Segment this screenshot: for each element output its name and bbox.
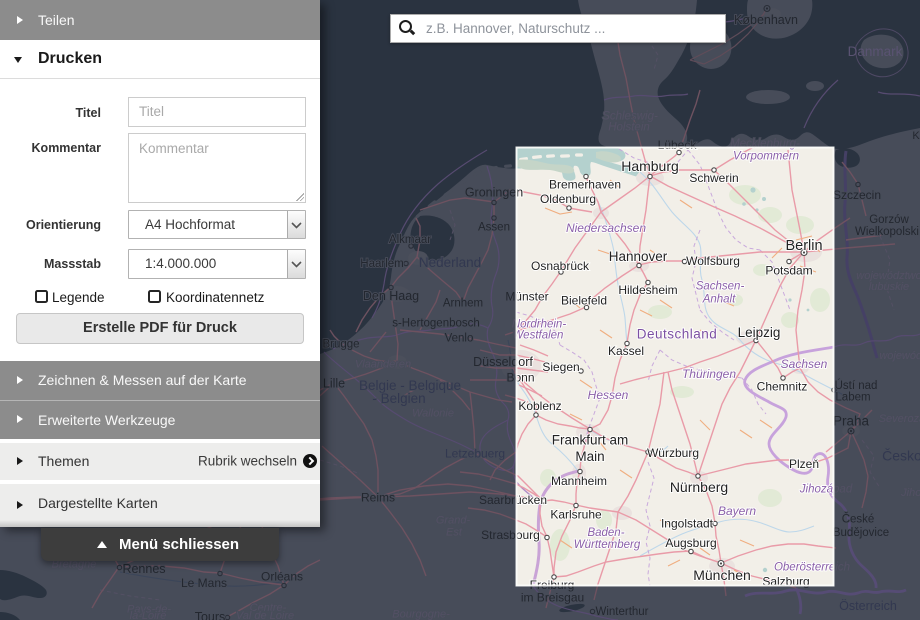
svg-text:Den Haag: Den Haag [363,289,419,303]
svg-text:Bayern: Bayern [718,504,756,518]
svg-text:Würzburg: Würzburg [647,446,699,460]
svg-text:Hannover: Hannover [609,249,668,264]
svg-text:Ingolstadt: Ingolstadt [661,517,714,531]
svg-text:Holstein: Holstein [608,122,650,134]
svg-text:Gorzów: Gorzów [869,214,909,226]
svg-text:Osnabrück: Osnabrück [531,259,590,273]
svg-text:Österreich: Österreich [839,599,897,613]
svg-text:Est: Est [446,527,463,539]
svg-text:Leipzig: Leipzig [738,325,781,340]
svg-text:Oldenburg: Oldenburg [540,192,596,206]
svg-text:Kassel: Kassel [608,344,644,358]
svg-text:Bourgogne-: Bourgogne- [392,609,450,620]
svg-text:s-Hertogenbosch: s-Hertogenbosch [392,318,480,330]
svg-text:Assen: Assen [478,222,510,234]
svg-text:Westfalen: Westfalen [513,330,564,342]
svg-text:Tours: Tours [195,610,226,620]
svg-text:Mannheim: Mannheim [551,474,607,488]
svg-text:Plzeň: Plzeň [789,457,819,471]
svg-text:Orléans: Orléans [261,570,303,584]
svg-text:Haarlem: Haarlem [360,258,403,270]
svg-text:Hildesheim: Hildesheim [618,283,677,297]
svg-text:Rennes: Rennes [122,562,165,576]
svg-text:Vlaanderen: Vlaanderen [355,359,411,371]
svg-text:Sachsen: Sachsen [781,357,828,371]
svg-text:Le Mans: Le Mans [181,576,227,590]
svg-text:Baden-: Baden- [587,527,624,539]
svg-text:Augsburg: Augsburg [665,536,716,550]
svg-text:München: München [693,567,751,583]
svg-text:Reims: Reims [361,491,395,505]
svg-text:Budějovice: Budějovice [833,527,889,539]
svg-text:Severozáp: Severozáp [879,413,920,425]
svg-text:Bremerhaven: Bremerhaven [549,178,621,192]
svg-text:Alkmaar: Alkmaar [389,234,431,246]
svg-text:Groningen: Groningen [465,186,523,200]
svg-text:Berlin: Berlin [785,238,822,254]
svg-text:Deutschland: Deutschland [637,327,718,342]
svg-text:Letzebuerg: Letzebuerg [445,447,505,461]
svg-text:Brugge: Brugge [322,339,359,351]
svg-text:Szczecin: Szczecin [833,188,881,202]
svg-text:Wolfsburg: Wolfsburg [686,254,740,268]
svg-text:Anhalt: Anhalt [702,294,736,306]
svg-text:im Breisgau: im Breisgau [521,591,584,605]
svg-text:Česko: Česko [882,448,920,464]
svg-text:Bielefeld: Bielefeld [561,294,607,308]
svg-text:Wielkopolski: Wielkopolski [855,226,919,238]
svg-text:Sachsen-: Sachsen- [696,281,745,293]
svg-text:la-Loire: la-Loire [130,610,167,620]
svg-text:Niedersachsen: Niedersachsen [566,221,646,235]
svg-text:Frankfurt am: Frankfurt am [552,433,629,448]
svg-text:województ: województ [879,350,920,362]
svg-text:Nürnberg: Nürnberg [670,479,728,495]
svg-text:Lille: Lille [323,377,345,391]
svg-text:Main: Main [575,449,604,464]
svg-text:Hessen: Hessen [588,388,629,402]
svg-text:Val de Loire: Val de Loire [236,610,294,620]
svg-text:Labem: Labem [835,392,870,404]
svg-text:Karlsruhe: Karlsruhe [550,508,602,522]
svg-text:Chemnitz: Chemnitz [757,380,808,394]
svg-text:Grand-: Grand- [436,515,471,527]
svg-text:Ústí nad: Ústí nad [835,379,878,392]
svg-text:Siegen: Siegen [542,360,579,374]
svg-text:Arnhem: Arnhem [443,298,483,310]
svg-text:Koblenz: Koblenz [518,399,561,413]
svg-text:København: København [734,13,798,27]
svg-text:Venlo: Venlo [445,333,474,345]
svg-text:Danmark: Danmark [848,44,903,59]
svg-text:Nederland: Nederland [419,255,481,270]
svg-text:K: K [912,130,920,142]
svg-text:Hamburg: Hamburg [621,158,679,174]
svg-text:České: České [842,513,875,526]
svg-text:Thüringen: Thüringen [682,367,736,381]
svg-text:Württemberg: Württemberg [574,539,641,551]
svg-text:Winterthur: Winterthur [595,606,648,618]
svg-text:Potsdam: Potsdam [765,264,812,278]
svg-text:- Belgien: - Belgien [372,391,425,406]
svg-text:lubuskie: lubuskie [869,281,909,293]
svg-text:Jihov: Jihov [900,487,920,499]
svg-text:Praha: Praha [833,414,870,429]
svg-text:Schwerin: Schwerin [689,171,738,185]
svg-text:Wallonie: Wallonie [412,408,454,420]
svg-text:Vorpommern: Vorpommern [733,151,799,163]
